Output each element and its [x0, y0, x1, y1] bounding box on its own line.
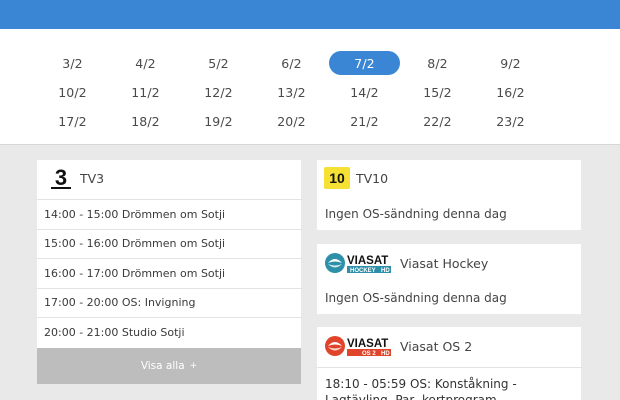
svg-text:VIASAT: VIASAT [347, 255, 388, 267]
channel-name: TV3 [80, 170, 105, 186]
date-option[interactable]: 4/2 [109, 49, 182, 77]
svg-text:HD: HD [381, 351, 390, 357]
svg-text:HD: HD [381, 268, 390, 274]
svg-text:OS 2: OS 2 [362, 351, 376, 357]
channel-name: TV10 [356, 170, 389, 186]
channel-card-viasat-hockey: VIASAT HOCKEY HD Viasat Hockey Ingen OS-… [317, 244, 581, 314]
channel-header: 10 TV10 [317, 160, 581, 196]
schedule-list: 14:00 - 15:00 Drömmen om Sotji 15:00 - 16… [37, 199, 301, 347]
date-option[interactable]: 14/2 [328, 78, 401, 106]
date-option[interactable]: 21/2 [328, 107, 401, 135]
date-option[interactable]: 18/2 [109, 107, 182, 135]
svg-text:10: 10 [329, 171, 345, 185]
plus-icon: + [189, 361, 198, 371]
schedule-item[interactable]: 15:00 - 16:00 Drömmen om Sotji [37, 228, 301, 259]
channel-card-viasat-os2: VIASAT OS 2 HD Viasat OS 2 18:10 - 05:59… [317, 327, 581, 400]
viasat-os2-logo: VIASAT OS 2 HD [325, 336, 391, 357]
date-option[interactable]: 22/2 [401, 107, 474, 135]
no-broadcast-message: Ingen OS-sändning denna dag [325, 207, 507, 221]
date-option[interactable]: 23/2 [474, 107, 547, 135]
schedule-item[interactable]: 16:00 - 17:00 Drömmen om Sotji [37, 258, 301, 288]
date-option[interactable]: 9/2 [474, 49, 547, 77]
date-option[interactable]: 10/2 [36, 78, 109, 106]
channel-header: VIASAT OS 2 HD Viasat OS 2 [317, 327, 581, 365]
viasat-hockey-logo: VIASAT HOCKEY HD [325, 253, 391, 274]
channel-name: Viasat Hockey [400, 255, 489, 271]
channel-header: 3 TV3 [37, 160, 301, 196]
channel-header: VIASAT HOCKEY HD Viasat Hockey [317, 244, 581, 282]
schedule-item[interactable]: 14:00 - 15:00 Drömmen om Sotji [37, 199, 301, 229]
date-option[interactable]: 11/2 [109, 78, 182, 106]
date-option[interactable]: 13/2 [255, 78, 328, 106]
date-picker: 3/2 4/2 5/2 6/2 7/2 8/2 9/2 10/2 11/2 12/2 13/2 14/… [0, 29, 620, 145]
no-broadcast-message: Ingen OS-sändning denna dag [325, 291, 507, 305]
date-option[interactable]: 16/2 [474, 78, 547, 106]
date-option[interactable]: 5/2 [182, 49, 255, 77]
schedule-item[interactable]: 17:00 - 20:00 OS: Invigning [37, 287, 301, 318]
tv3-logo: 3 [51, 167, 71, 189]
date-option[interactable]: 8/2 [401, 49, 474, 77]
channel-card-tv10: 10 TV10 Ingen OS-sändning denna dag [317, 160, 581, 230]
date-grid: 3/2 4/2 5/2 6/2 7/2 8/2 9/2 10/2 11/2 12/2 13/2 14/… [36, 49, 582, 135]
tv10-logo: 10 [324, 167, 350, 189]
channel-name: Viasat OS 2 [400, 338, 473, 354]
svg-text:HOCKEY: HOCKEY [350, 268, 376, 274]
svg-text:VIASAT: VIASAT [347, 338, 388, 350]
date-option[interactable]: 15/2 [401, 78, 474, 106]
schedule-item[interactable]: 20:00 - 21:00 Studio Sotji [37, 317, 301, 347]
date-option[interactable]: 3/2 [36, 49, 109, 77]
svg-text:3: 3 [55, 167, 67, 189]
show-all-label: Visa alla [140, 360, 185, 372]
date-option[interactable]: 20/2 [255, 107, 328, 135]
channel-card-tv3: 3 TV3 14:00 - 15:00 Drömmen om Sotji 15:0… [37, 160, 301, 348]
date-option[interactable]: 12/2 [182, 78, 255, 106]
show-all-button[interactable]: Visa alla + [37, 348, 301, 384]
date-option[interactable]: 7/2 [329, 51, 400, 75]
date-option[interactable]: 19/2 [182, 107, 255, 135]
schedule-item[interactable]: 18:10 - 05:59 OS: Konståkning - Lagtävli… [317, 367, 581, 400]
date-option[interactable]: 17/2 [36, 107, 109, 135]
date-option[interactable]: 6/2 [255, 49, 328, 77]
top-bar [0, 0, 620, 29]
